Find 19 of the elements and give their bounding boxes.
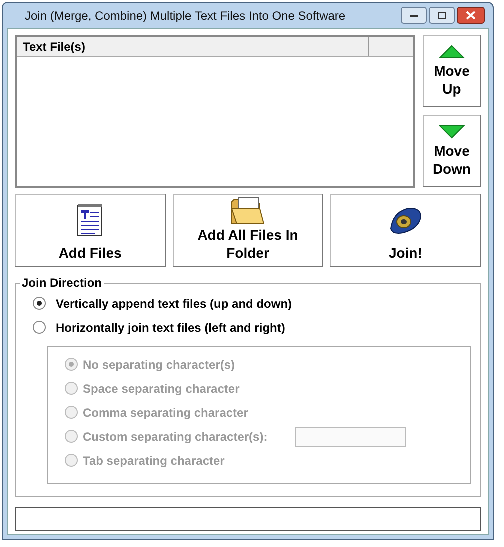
group-title: Join Direction	[21, 275, 104, 292]
action-button[interactable]: Join!	[330, 194, 482, 267]
radio-label[interactable]: Vertically append text files (up and down)	[56, 294, 292, 312]
action-button[interactable]: Add Files	[15, 194, 166, 267]
move-button[interactable]: Move Down	[423, 115, 481, 187]
minimize-button[interactable]	[401, 7, 427, 24]
radio-label[interactable]: Horizontally join text files (left and right)	[56, 318, 286, 336]
up-arrow-icon	[439, 44, 465, 58]
document-icon	[77, 202, 104, 236]
action-button[interactable]: Add All Files In Folder	[172, 194, 324, 267]
folder-icon	[231, 196, 265, 226]
close-icon	[466, 11, 476, 20]
radio-button[interactable]	[33, 321, 46, 334]
down-arrow-icon	[439, 124, 465, 138]
move-button[interactable]: Move Up	[423, 35, 481, 107]
close-button[interactable]	[457, 7, 485, 24]
radio-button[interactable]	[33, 297, 46, 310]
maximize-button[interactable]	[429, 7, 455, 24]
window-title: Join (Merge, Combine) Multiple Text Files Into One Software	[25, 8, 347, 24]
